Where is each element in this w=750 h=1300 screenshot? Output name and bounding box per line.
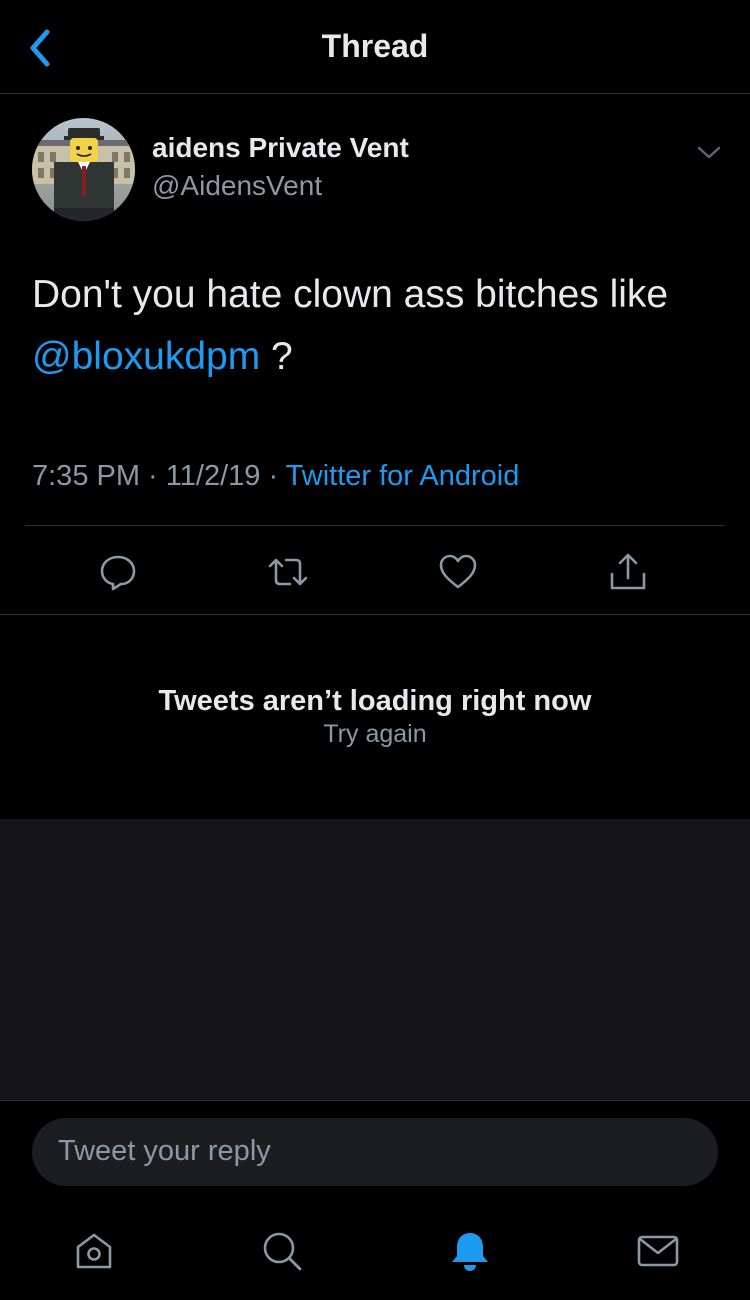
display-name[interactable]: aidens Private Vent <box>152 132 409 164</box>
user-handle[interactable]: @AidensVent <box>152 170 322 202</box>
tweet-time: 7:35 PM <box>32 460 140 492</box>
replies-error-panel: Tweets aren’t loading right now Try agai… <box>0 615 750 819</box>
top-nav-bar: Thread <box>0 0 750 94</box>
home-icon <box>76 1233 112 1269</box>
tweet-text-before: Don't you hate clown ass bitches like <box>32 273 669 316</box>
tweet-source-link[interactable]: Twitter for Android <box>286 460 520 492</box>
tweet-date: 11/2/19 <box>165 460 261 492</box>
retweet-button[interactable] <box>266 550 310 594</box>
meta-separator: · <box>260 460 286 492</box>
page-title: Thread <box>321 28 429 64</box>
nav-home[interactable] <box>70 1227 118 1275</box>
search-icon <box>263 1232 302 1271</box>
tweet-options-button[interactable] <box>694 140 724 164</box>
empty-replies-area <box>0 819 750 1100</box>
reply-button[interactable] <box>96 550 140 594</box>
reply-icon <box>100 555 136 591</box>
divider <box>25 525 725 526</box>
messages-icon <box>637 1235 679 1267</box>
tweet-text-after: ? <box>260 335 293 378</box>
nav-search[interactable] <box>258 1227 306 1275</box>
share-button[interactable] <box>606 550 650 594</box>
notifications-icon <box>452 1233 488 1271</box>
chevron-down-icon <box>697 146 721 159</box>
reply-placeholder: Tweet your reply <box>58 1135 271 1167</box>
try-again-button[interactable]: Try again <box>0 720 750 749</box>
mention-link[interactable]: @bloxukdpm <box>32 335 260 378</box>
nav-notifications[interactable] <box>446 1227 494 1275</box>
meta-separator: · <box>140 460 166 492</box>
share-icon <box>610 553 646 590</box>
retweet-icon <box>268 558 308 586</box>
nav-messages[interactable] <box>634 1227 682 1275</box>
bottom-bar: Tweet your reply <box>0 1100 750 1300</box>
avatar[interactable] <box>32 118 135 221</box>
tweet-text: Don't you hate clown ass bitches like @b… <box>32 264 722 388</box>
like-button[interactable] <box>436 550 480 594</box>
heart-icon <box>439 554 477 589</box>
tweet-detail: aidens Private Vent @AidensVent Don't yo… <box>0 94 750 615</box>
error-title: Tweets aren’t loading right now <box>158 685 592 717</box>
tweet-meta: 7:35 PM · 11/2/19 · Twitter for Android <box>32 460 519 493</box>
reply-input[interactable]: Tweet your reply <box>32 1118 718 1186</box>
